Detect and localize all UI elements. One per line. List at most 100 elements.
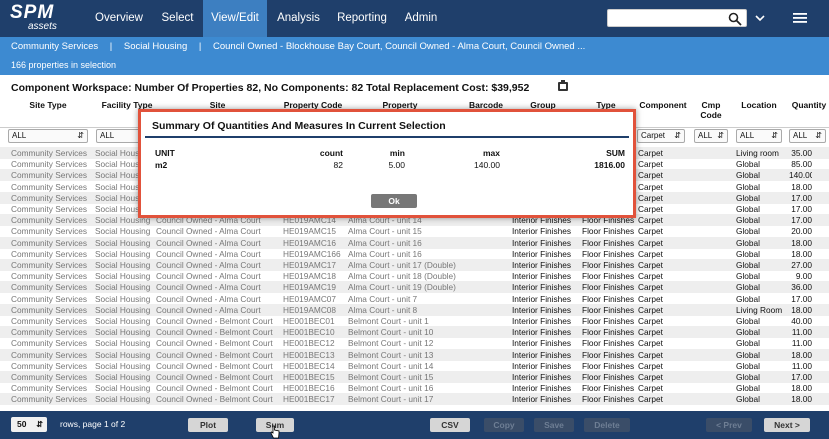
search-input[interactable] [607,9,747,27]
cell-facility-type: Social Housing [95,226,151,237]
cell-facility-type: Social Housing [95,338,151,349]
cell-group: Interior Finishes [512,383,572,394]
table-row[interactable]: Community Services Social Housing Council … [0,270,829,282]
cell-property: Alma Court - unit 19 (Double) [348,282,456,293]
cell-quantity: 35.00 [791,148,812,158]
ok-button[interactable]: Ok [371,194,417,208]
plot-button[interactable]: Plot [188,418,228,432]
search-icon[interactable] [728,12,742,26]
table-row[interactable]: Community Services Social Housing Council … [0,337,829,349]
cell-type: Floor Finishes [582,226,635,237]
cell-property: Belmont Court - unit 12 [348,338,434,349]
table-row[interactable]: Community Services Social Housing Council … [0,259,829,271]
table-row[interactable]: Community Services Social Housing Council … [0,360,829,372]
nav-select[interactable]: Select [152,0,203,37]
crumb-site-type[interactable]: Community Services [11,41,98,52]
col-cmp-code[interactable]: Cmp Code [696,100,726,120]
cell-cmp-code [696,382,726,394]
filter-location[interactable]: ALL ⇵ [736,129,782,143]
cell-component: Carpet [638,360,663,371]
table-row[interactable]: Community Services Social Housing Council … [0,348,829,361]
cell-component: Carpet [638,316,663,326]
cell-type: Floor Finishes [582,360,635,371]
spm-logo[interactable]: SPM assets [10,2,68,34]
cell-site-type: Community Services [11,159,88,170]
cell-property-code: HE019AMC17 [283,260,337,270]
cell-type: Floor Finishes [582,338,635,349]
crumb-sites[interactable]: Council Owned - Blockhouse Bay Court, Co… [213,41,585,52]
cell-component: Carpet [638,282,663,293]
col-component[interactable]: Component [637,100,689,110]
cell-property-code: HE001BEC15 [283,372,335,382]
cell-property: Alma Court - unit 15 [348,226,422,237]
cell-component: Carpet [638,338,663,349]
table-row[interactable]: Community Services Social Housing Council … [0,281,829,294]
filter-facility-type[interactable]: ALL [96,129,142,143]
chevron-down-icon[interactable] [754,12,766,24]
next-button[interactable]: Next > [764,418,810,432]
cell-site-type: Community Services [11,394,88,405]
crumb-facility-type[interactable]: Social Housing [124,41,187,52]
nav-overview[interactable]: Overview [86,0,152,37]
cell-location: Global [736,316,760,326]
cell-cmp-code [696,337,726,349]
prev-button[interactable]: < Prev [706,418,752,432]
copy-button[interactable]: Copy [484,418,524,432]
filter-quantity[interactable]: ALL ⇵ [789,129,826,143]
hamburger-menu-icon[interactable] [793,12,807,24]
export-icon[interactable] [557,80,569,92]
cell-property-code: HE001BEC14 [283,360,335,371]
cell-site: Council Owned - Belmont Court [156,360,273,371]
cell-facility-type: Social Housing [95,237,151,248]
filter-site-type[interactable]: ALL ⇵ [8,129,88,143]
nav-analysis[interactable]: Analysis [267,0,330,37]
cell-facility-type: Social Housing [95,316,151,326]
table-row[interactable]: Community Services Social Housing Council … [0,225,829,237]
col-location[interactable]: Location [736,100,782,110]
table-row[interactable]: Community Services Social Housing Council … [0,303,829,316]
header-sum: SUM [606,148,625,158]
cell-barcode [506,270,510,282]
cell-quantity: 18.00 [791,248,812,259]
col-quantity[interactable]: Quantity [789,100,829,110]
page-size-select[interactable]: 50 ⇵ [11,417,47,432]
cell-quantity: 20.00 [791,226,812,237]
cell-location: Living room [736,148,779,158]
csv-button[interactable]: CSV [430,418,470,432]
cell-property: Belmont Court - unit 15 [348,372,434,382]
cell-property: Belmont Court - unit 10 [348,327,434,338]
table-row[interactable]: Community Services Social Housing Council … [0,248,829,260]
save-button[interactable]: Save [534,418,574,432]
cell-cmp-code [696,225,726,237]
table-row[interactable]: Community Services Social Housing Council … [0,371,829,383]
cell-cmp-code [696,270,726,282]
filter-cmp-code[interactable]: ALL ⇵ [694,129,728,143]
cell-property-code: HE019AMC08 [283,304,337,315]
nav-view-edit[interactable]: View/Edit [203,0,267,37]
cell-property: Belmont Court - unit 16 [348,383,434,394]
cell-component: Carpet [638,204,663,214]
cell-site-type: Community Services [11,215,88,226]
delete-button[interactable]: Delete [584,418,630,432]
table-row[interactable]: Community Services Social Housing Council … [0,393,829,406]
table-row[interactable]: Community Services Social Housing Council … [0,326,829,339]
cell-group: Interior Finishes [512,293,572,304]
nav-reporting[interactable]: Reporting [330,0,394,37]
cell-quantity: 11.00 [791,338,812,349]
value-min: 5.00 [388,160,405,170]
table-row[interactable]: Community Services Social Housing Council … [0,382,829,394]
table-row[interactable]: Community Services Social Housing Council … [0,293,829,305]
col-site-type[interactable]: Site Type [8,100,88,110]
cell-site-type: Community Services [11,360,88,371]
cell-site-type: Community Services [11,282,88,293]
cell-location: Global [736,159,760,170]
table-row[interactable]: Community Services Social Housing Council … [0,315,829,327]
filter-component[interactable]: Carpet ⇵ [637,129,685,143]
cell-component: Carpet [638,215,663,226]
cell-group: Interior Finishes [512,237,572,248]
cell-location: Living Room [736,304,783,315]
select-arrow-icon: ⇵ [77,131,84,140]
table-row[interactable]: Community Services Social Housing Council … [0,236,829,249]
nav-admin[interactable]: Admin [394,0,448,37]
cell-site: Council Owned - Alma Court [156,260,261,270]
